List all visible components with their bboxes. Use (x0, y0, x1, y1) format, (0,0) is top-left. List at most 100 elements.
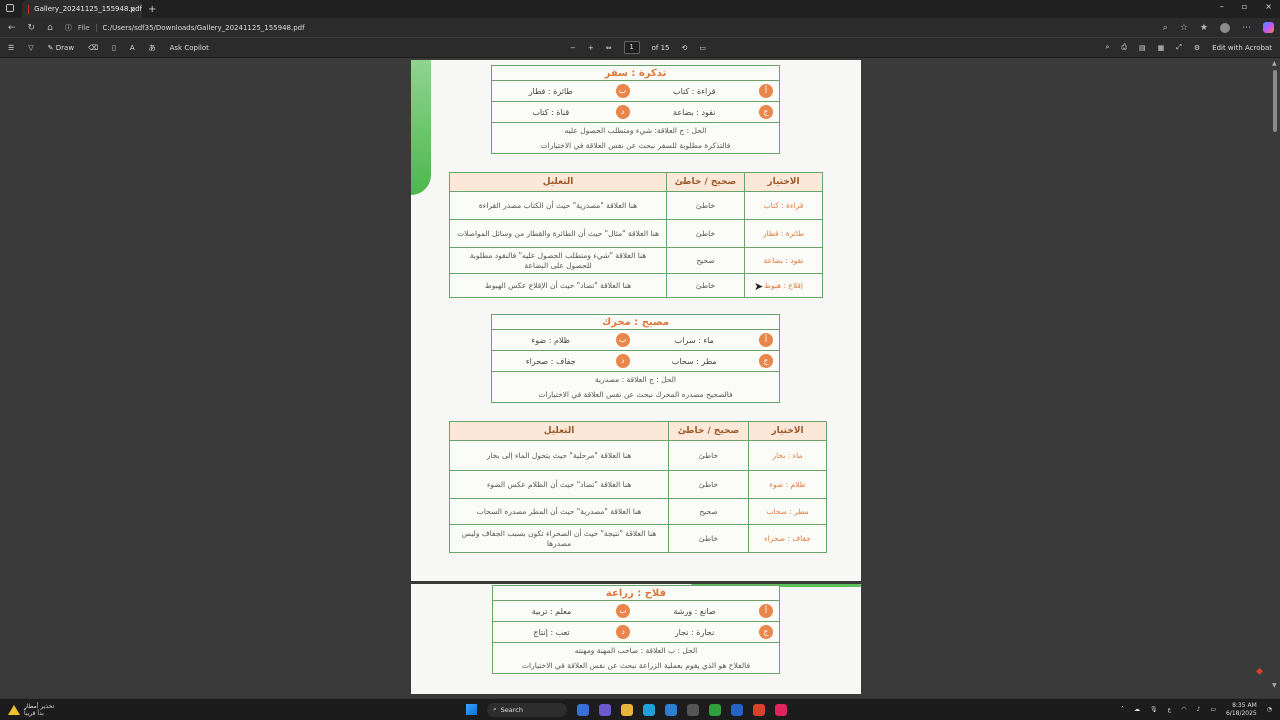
tab-close-icon[interactable]: × (129, 5, 136, 14)
favorite-star-icon[interactable]: ☆ (1180, 23, 1188, 33)
rotate-icon[interactable]: ⟲ (682, 44, 688, 52)
options-row: ج نجارة : نجار د تعب : إنتاج (493, 622, 779, 643)
scroll-thumb[interactable] (1273, 70, 1277, 132)
windows-start-icon[interactable] (466, 704, 477, 715)
save-icon[interactable]: ▤ (1139, 44, 1146, 52)
options-row: أ قراءة : كتاب ب طائرة : قطار (492, 81, 779, 102)
teams-icon[interactable] (599, 703, 611, 716)
maximize-button[interactable]: ▫ (1242, 2, 1247, 11)
cell-reason: هنا العلاقة "مصدرية" حيث أن المطر مصدره … (449, 498, 669, 525)
cell-choice: ظلام : ضوء (748, 470, 827, 499)
toolbar-middle: − + ⇔ 1 of 15 ⟲ ▭ (570, 41, 706, 54)
clock[interactable]: 8:35 AM 6/18/2025 (1226, 702, 1257, 718)
option-text: جفاف : صحراء (525, 356, 576, 366)
volume-icon[interactable]: ♪ (1196, 706, 1200, 713)
wifi-icon[interactable]: ◠ (1181, 706, 1186, 713)
option-text: مطر : سحاب (671, 356, 717, 366)
title-bar: Gallery_20241125_155948.pdf × + – ▫ × (0, 0, 1280, 18)
option-badge: أ (759, 333, 773, 347)
print-icon[interactable]: ⎙ (1121, 43, 1127, 52)
copilot-icon[interactable] (1263, 22, 1274, 33)
weather-widget[interactable]: تحذير أمطار بدأ قريباً (8, 703, 54, 717)
url-field[interactable]: ⓘ File C:/Users/sdf35/Downloads/Gallery_… (65, 23, 305, 33)
close-window-button[interactable]: × (1265, 2, 1272, 11)
zoom-icon[interactable]: ⌕ (1163, 23, 1168, 33)
option-badge: أ (759, 84, 773, 98)
option-badge: ج (759, 354, 773, 368)
table-header-row: الاختيار صحيح / خاطئ التعليل (449, 172, 823, 192)
onedrive-icon[interactable]: ☁ (1134, 706, 1140, 713)
ask-copilot-button[interactable]: Ask Copilot (170, 44, 209, 52)
option-text: صانع : ورشة (673, 606, 716, 616)
page-number-input[interactable]: 1 (623, 41, 640, 54)
info-icon[interactable]: ⓘ (65, 23, 72, 33)
cell-choice: جفاف : صحراء (748, 524, 827, 553)
cell-status: خاطئ (668, 524, 749, 553)
scroll-up-icon[interactable]: ▲ (1272, 60, 1277, 67)
header-reason: التعليل (449, 421, 669, 441)
notifications-icon[interactable]: ◔ (1267, 706, 1272, 713)
option-text: معلم : تربية (531, 606, 572, 616)
store-icon[interactable] (665, 703, 677, 716)
url-text[interactable]: C:/Users/sdf35/Downloads/Gallery_2024112… (103, 24, 305, 32)
xbox-icon[interactable] (709, 703, 721, 716)
toolbar-right: ⌕ ⎙ ▤ ▦ ⤢ ⚙ Edit with Acrobat (1105, 43, 1272, 52)
edit-with-acrobat-button[interactable]: Edit with Acrobat (1212, 44, 1272, 52)
scroll-down-icon[interactable]: ▼ (1272, 682, 1277, 689)
search-icon[interactable]: ⌕ (1105, 43, 1109, 52)
file-explorer-icon[interactable] (621, 703, 633, 716)
answer-note: الحل : ج العلاقة : مصدرية (595, 375, 676, 384)
pdf-page-2: فلاح : زراعة أ صانع : ورشة ب معلم : تربي… (411, 584, 861, 694)
translate-icon[interactable]: あ (149, 43, 156, 53)
clock-date: 6/18/2025 (1225, 709, 1257, 717)
new-tab-button[interactable]: + (148, 4, 156, 15)
cell-status: خاطئ (666, 273, 745, 298)
settings-gear-icon[interactable]: ⚙ (1194, 44, 1200, 52)
zoom-in-button[interactable]: + (588, 44, 594, 52)
profile-avatar[interactable] (1220, 22, 1230, 33)
save-as-icon[interactable]: ▦ (1158, 44, 1165, 52)
pdf-page-1: تذكرة : سفر أ قراءة : كتاب ب طائرة : قطا… (411, 60, 861, 581)
tiktok-icon[interactable] (775, 703, 787, 716)
microphone-icon[interactable]: 🎙 (1150, 706, 1158, 713)
cell-choice: طائرة : قطار (744, 219, 823, 248)
browser-tab[interactable]: Gallery_20241125_155948.pdf × (22, 0, 142, 18)
address-bar-actions: ⌕ ☆ ★ ⋯ (1163, 22, 1274, 33)
cell-status: خاطئ (666, 219, 745, 248)
cell-status: خاطئ (666, 191, 745, 220)
taskbar-search[interactable]: ⌕ Search (487, 702, 567, 717)
more-menu-icon[interactable]: ⋯ (1242, 23, 1251, 33)
battery-icon[interactable]: ▭ (1210, 706, 1216, 713)
tray-chevron-icon[interactable]: ˄ (1121, 706, 1124, 713)
option-text: قناة : كتاب (532, 107, 570, 117)
chrome-icon[interactable] (753, 703, 765, 716)
tab-actions-icon[interactable] (6, 4, 14, 12)
edge-icon[interactable] (643, 703, 655, 716)
language-indicator[interactable]: ع (1168, 706, 1172, 713)
back-arrow-icon[interactable]: ← (8, 23, 16, 33)
fullscreen-icon[interactable]: ⤢ (1176, 43, 1182, 52)
refresh-icon[interactable]: ↻ (28, 23, 36, 33)
scrollbar[interactable]: ▲ ▼ (1272, 60, 1278, 690)
steam-icon[interactable] (687, 703, 699, 716)
question-box-1: تذكرة : سفر أ قراءة : كتاب ب طائرة : قطا… (491, 65, 780, 154)
two-page-icon[interactable]: ▭ (699, 44, 706, 52)
favorites-icon[interactable]: ★ (1200, 23, 1208, 33)
read-aloud-icon[interactable]: A (130, 44, 135, 52)
vscode-icon[interactable] (731, 703, 743, 716)
page-view-icon[interactable]: ▯ (112, 44, 116, 52)
highlight-icon[interactable]: ▽ (28, 44, 33, 52)
draw-label: Draw (55, 43, 75, 52)
zoom-out-button[interactable]: − (570, 44, 576, 52)
home-icon[interactable]: ⌂ (47, 23, 53, 33)
table-row: مطر : سحاب صحيح هنا العلاقة "مصدرية" حيث… (449, 498, 827, 525)
fit-page-icon[interactable]: ⇔ (606, 44, 612, 52)
contents-icon[interactable]: ☰ (8, 44, 14, 52)
minimize-button[interactable]: – (1220, 2, 1224, 11)
acrobat-icon[interactable]: ⬥ (1256, 666, 1266, 677)
task-view-icon[interactable] (577, 703, 589, 716)
option-badge: د (616, 625, 630, 639)
eraser-icon[interactable]: ⌫ (88, 44, 98, 52)
table-row: إقلاع : هبوط خاطئ هنا العلاقة "تضاد" حيث… (449, 273, 823, 298)
draw-button[interactable]: ✎ Draw (48, 44, 74, 52)
